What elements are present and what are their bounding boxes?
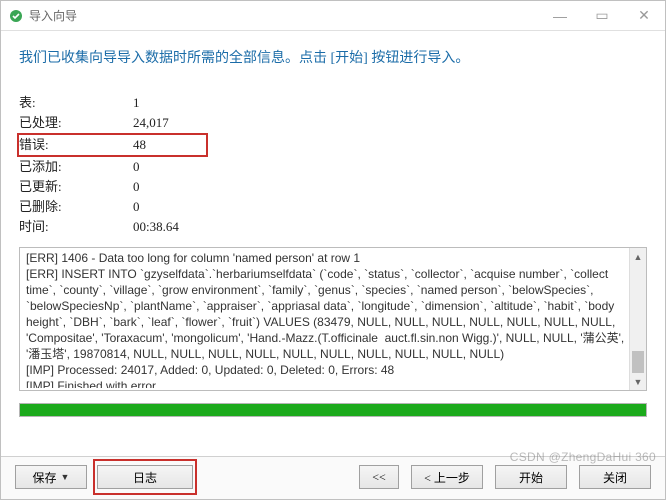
start-button[interactable]: 开始: [495, 465, 567, 489]
intro-text: 我们已收集向导导入数据时所需的全部信息。点击 [开始] 按钮进行导入。: [19, 47, 647, 67]
save-label: 保存: [33, 469, 57, 486]
log-button[interactable]: 日志: [97, 465, 193, 489]
log-label: 日志: [133, 469, 157, 486]
log-button-wrap: 日志: [97, 465, 193, 489]
maximize-button[interactable]: ▭: [581, 2, 623, 30]
stat-time-label: 时间:: [19, 217, 133, 237]
stat-updated-value: 0: [133, 177, 140, 197]
stats-block: 表: 1 已处理: 24,017 错误: 48 已添加: 0 已更新: 0: [19, 93, 647, 237]
close-button[interactable]: ✕: [623, 2, 665, 30]
log-scrollbar[interactable]: ▲ ▼: [629, 248, 646, 390]
stat-table-value: 1: [133, 93, 140, 113]
stat-added: 已添加: 0: [19, 157, 647, 177]
app-icon: [9, 9, 23, 23]
window-controls: — ▭ ✕: [539, 2, 665, 30]
progress-bar: [19, 403, 647, 417]
footer-right: << < 上一步 开始 关闭: [359, 465, 651, 489]
stat-errors-value: 48: [133, 135, 146, 155]
log-text: [ERR] 1406 - Data too long for column 'n…: [26, 250, 626, 388]
stat-processed-value: 24,017: [133, 113, 169, 133]
stat-deleted-label: 已删除:: [19, 197, 133, 217]
first-page-button[interactable]: <<: [359, 465, 399, 489]
stat-added-label: 已添加:: [19, 157, 133, 177]
scroll-thumb[interactable]: [632, 351, 644, 373]
stat-processed-label: 已处理:: [19, 113, 133, 133]
stat-table-label: 表:: [19, 93, 133, 113]
start-label: 开始: [519, 469, 543, 486]
errors-highlight: 错误: 48: [17, 133, 208, 157]
dropdown-caret-icon: ▼: [61, 472, 70, 482]
watermark: CSDN @ZhengDaHui 360: [510, 450, 656, 464]
window-title: 导入向导: [29, 7, 539, 24]
save-button[interactable]: 保存 ▼: [15, 465, 87, 489]
stat-deleted-value: 0: [133, 197, 140, 217]
close-label: 关闭: [603, 469, 627, 486]
scroll-up-icon[interactable]: ▲: [630, 248, 646, 265]
titlebar: 导入向导 — ▭ ✕: [1, 1, 665, 31]
stat-time-value: 00:38.64: [133, 217, 179, 237]
maximize-icon: ▭: [595, 7, 608, 24]
back-label: < 上一步: [424, 469, 470, 486]
stat-errors: 错误: 48: [19, 133, 647, 157]
stat-table: 表: 1: [19, 93, 647, 113]
first-label: <<: [372, 470, 386, 485]
stat-added-value: 0: [133, 157, 140, 177]
minimize-icon: —: [553, 8, 567, 24]
close-icon: ✕: [638, 7, 650, 24]
scroll-down-icon[interactable]: ▼: [630, 373, 646, 390]
stat-updated-label: 已更新:: [19, 177, 133, 197]
close-dialog-button[interactable]: 关闭: [579, 465, 651, 489]
stat-processed: 已处理: 24,017: [19, 113, 647, 133]
content-area: 我们已收集向导导入数据时所需的全部信息。点击 [开始] 按钮进行导入。 表: 1…: [1, 31, 665, 456]
import-wizard-window: 导入向导 — ▭ ✕ 我们已收集向导导入数据时所需的全部信息。点击 [开始] 按…: [0, 0, 666, 500]
back-button[interactable]: < 上一步: [411, 465, 483, 489]
stat-errors-label: 错误:: [19, 135, 133, 155]
stat-time: 时间: 00:38.64: [19, 217, 647, 237]
stat-deleted: 已删除: 0: [19, 197, 647, 217]
log-textarea[interactable]: [ERR] 1406 - Data too long for column 'n…: [19, 247, 647, 391]
footer-left: 保存 ▼ 日志: [15, 465, 193, 489]
minimize-button[interactable]: —: [539, 2, 581, 30]
stat-updated: 已更新: 0: [19, 177, 647, 197]
